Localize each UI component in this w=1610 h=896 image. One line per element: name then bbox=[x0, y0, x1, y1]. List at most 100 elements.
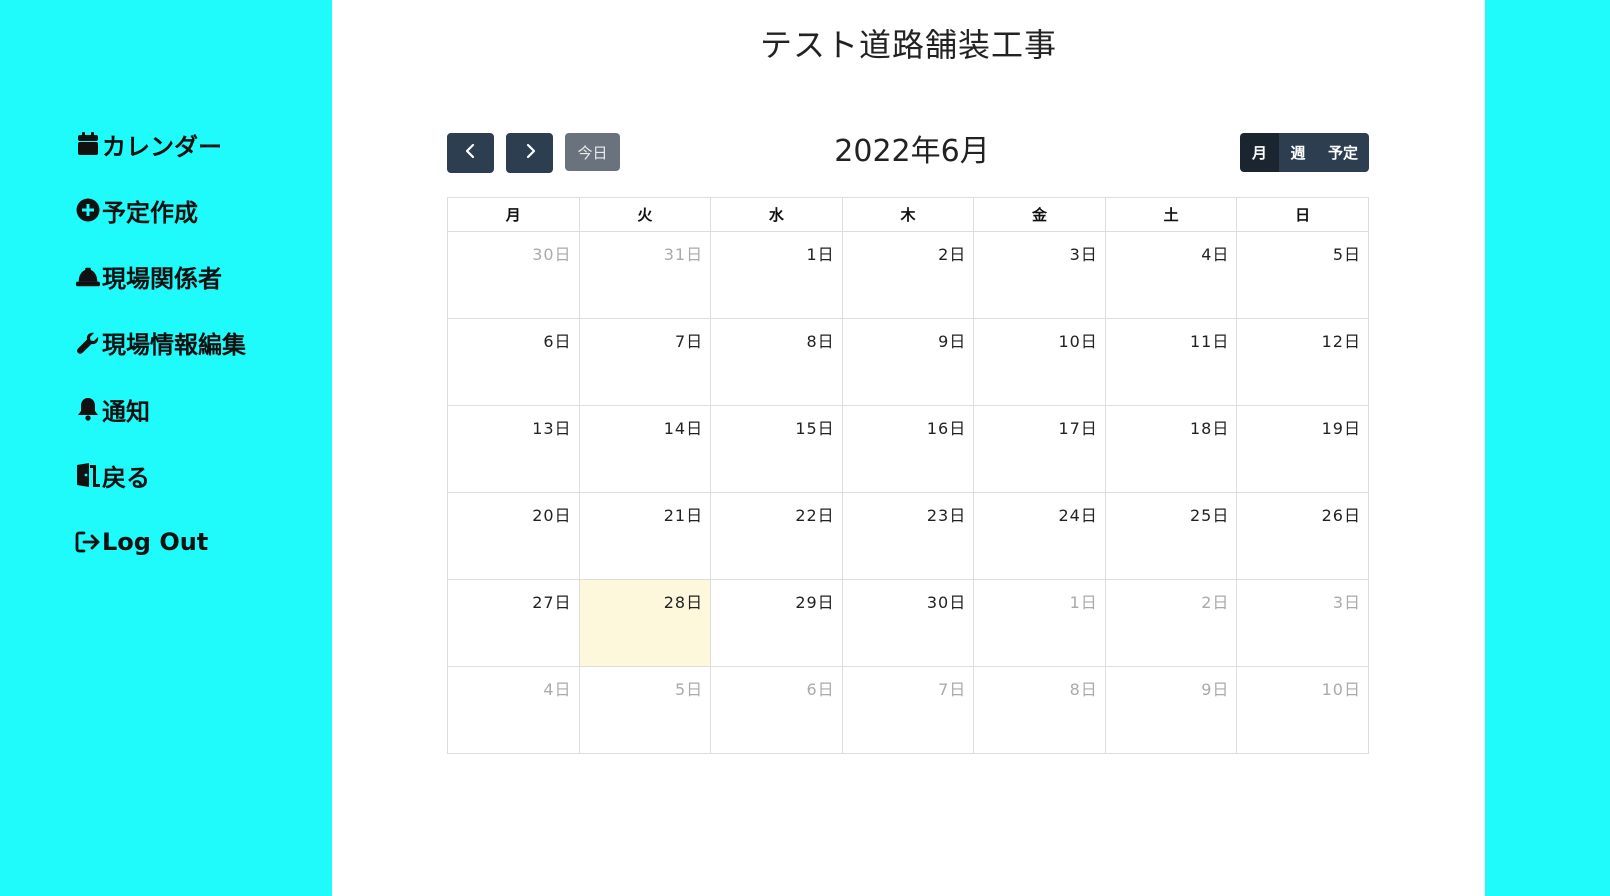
day-number[interactable]: 25日 bbox=[1190, 493, 1236, 526]
day-number[interactable]: 21日 bbox=[664, 493, 710, 526]
day-number[interactable]: 13日 bbox=[532, 406, 578, 439]
day-cell[interactable]: 23日 bbox=[841, 492, 975, 580]
day-number[interactable]: 31日 bbox=[664, 232, 710, 265]
day-number[interactable]: 6日 bbox=[807, 667, 842, 700]
day-number[interactable]: 11日 bbox=[1190, 319, 1236, 352]
day-number[interactable]: 7日 bbox=[675, 319, 710, 352]
day-cell[interactable]: 7日 bbox=[841, 666, 975, 754]
day-cell[interactable]: 5日 bbox=[578, 666, 712, 754]
day-number[interactable]: 10日 bbox=[1058, 319, 1104, 352]
day-cell[interactable]: 10日 bbox=[1236, 666, 1369, 754]
sidebar-item-calendar[interactable]: カレンダー bbox=[75, 124, 246, 164]
day-cell[interactable]: 24日 bbox=[973, 492, 1106, 580]
sidebar-item-logout[interactable]: Log Out bbox=[75, 522, 246, 562]
day-cell[interactable]: 6日 bbox=[447, 318, 580, 406]
day-cell[interactable]: 9日 bbox=[1104, 666, 1238, 754]
day-cell[interactable]: 17日 bbox=[973, 405, 1106, 493]
sidebar-item-site-members[interactable]: 現場関係者 bbox=[75, 257, 246, 297]
sidebar-item-create-schedule[interactable]: 予定作成 bbox=[75, 190, 246, 230]
next-button[interactable] bbox=[506, 133, 553, 173]
day-number[interactable]: 30日 bbox=[927, 580, 973, 613]
day-number[interactable]: 28日 bbox=[664, 580, 710, 613]
day-number[interactable]: 4日 bbox=[1201, 232, 1236, 265]
day-cell-today[interactable]: 28日 bbox=[578, 579, 712, 667]
day-cell[interactable]: 9日 bbox=[841, 318, 975, 406]
day-cell[interactable]: 16日 bbox=[841, 405, 975, 493]
day-number[interactable]: 29日 bbox=[795, 580, 841, 613]
day-cell[interactable]: 2日 bbox=[841, 231, 975, 319]
day-cell[interactable]: 4日 bbox=[447, 666, 580, 754]
day-number[interactable]: 1日 bbox=[807, 232, 842, 265]
day-cell[interactable]: 8日 bbox=[973, 666, 1106, 754]
day-cell[interactable]: 20日 bbox=[447, 492, 580, 580]
day-cell[interactable]: 15日 bbox=[710, 405, 843, 493]
day-number[interactable]: 5日 bbox=[1333, 232, 1368, 265]
sidebar-item-back[interactable]: 戻る bbox=[75, 455, 246, 495]
day-cell[interactable]: 31日 bbox=[578, 231, 712, 319]
day-number[interactable]: 20日 bbox=[532, 493, 578, 526]
day-number[interactable]: 19日 bbox=[1322, 406, 1368, 439]
hard-hat-icon bbox=[75, 264, 101, 290]
day-number[interactable]: 22日 bbox=[795, 493, 841, 526]
day-number[interactable]: 26日 bbox=[1322, 493, 1368, 526]
day-cell[interactable]: 13日 bbox=[447, 405, 580, 493]
day-cell[interactable]: 1日 bbox=[710, 231, 843, 319]
day-number[interactable]: 8日 bbox=[1070, 667, 1105, 700]
list-view-button[interactable]: 予定 bbox=[1317, 133, 1369, 172]
day-cell[interactable]: 29日 bbox=[710, 579, 843, 667]
calendar-icon bbox=[75, 131, 101, 157]
prev-button[interactable] bbox=[447, 133, 494, 173]
day-cell[interactable]: 25日 bbox=[1104, 492, 1238, 580]
day-number[interactable]: 9日 bbox=[938, 319, 973, 352]
day-cell[interactable]: 30日 bbox=[447, 231, 580, 319]
day-cell[interactable]: 2日 bbox=[1104, 579, 1238, 667]
day-number[interactable]: 2日 bbox=[938, 232, 973, 265]
calendar-toolbar: 今日 2022年6月 月 週 予定 bbox=[447, 133, 1369, 173]
day-cell[interactable]: 22日 bbox=[710, 492, 843, 580]
day-number[interactable]: 4日 bbox=[543, 667, 578, 700]
day-cell[interactable]: 12日 bbox=[1236, 318, 1369, 406]
day-number[interactable]: 23日 bbox=[927, 493, 973, 526]
day-number[interactable]: 16日 bbox=[927, 406, 973, 439]
sidebar-item-edit-site-info[interactable]: 現場情報編集 bbox=[75, 323, 246, 363]
day-cell[interactable]: 6日 bbox=[710, 666, 843, 754]
day-cell[interactable]: 7日 bbox=[578, 318, 712, 406]
day-number[interactable]: 8日 bbox=[807, 319, 842, 352]
day-cell[interactable]: 8日 bbox=[710, 318, 843, 406]
day-cell[interactable]: 26日 bbox=[1236, 492, 1369, 580]
day-number[interactable]: 1日 bbox=[1070, 580, 1105, 613]
day-number[interactable]: 6日 bbox=[543, 319, 578, 352]
day-number[interactable]: 17日 bbox=[1058, 406, 1104, 439]
day-cell[interactable]: 14日 bbox=[578, 405, 712, 493]
day-cell[interactable]: 21日 bbox=[578, 492, 712, 580]
day-number[interactable]: 9日 bbox=[1201, 667, 1236, 700]
day-cell[interactable]: 18日 bbox=[1104, 405, 1238, 493]
day-cell[interactable]: 3日 bbox=[1236, 579, 1369, 667]
day-number[interactable]: 2日 bbox=[1201, 580, 1236, 613]
day-number[interactable]: 24日 bbox=[1058, 493, 1104, 526]
month-view-button[interactable]: 月 bbox=[1240, 133, 1279, 172]
week-view-button[interactable]: 週 bbox=[1279, 133, 1317, 172]
day-number[interactable]: 18日 bbox=[1190, 406, 1236, 439]
sidebar-item-notifications[interactable]: 通知 bbox=[75, 389, 246, 429]
day-number[interactable]: 3日 bbox=[1070, 232, 1105, 265]
day-number[interactable]: 12日 bbox=[1322, 319, 1368, 352]
day-cell[interactable]: 1日 bbox=[973, 579, 1106, 667]
day-number[interactable]: 30日 bbox=[532, 232, 578, 265]
day-number[interactable]: 3日 bbox=[1333, 580, 1368, 613]
day-number[interactable]: 15日 bbox=[795, 406, 841, 439]
day-cell[interactable]: 4日 bbox=[1104, 231, 1238, 319]
day-cell[interactable]: 30日 bbox=[841, 579, 975, 667]
today-button[interactable]: 今日 bbox=[565, 133, 620, 171]
day-number[interactable]: 5日 bbox=[675, 667, 710, 700]
day-cell[interactable]: 19日 bbox=[1236, 405, 1369, 493]
day-number[interactable]: 27日 bbox=[532, 580, 578, 613]
day-number[interactable]: 7日 bbox=[938, 667, 973, 700]
day-cell[interactable]: 3日 bbox=[973, 231, 1106, 319]
day-cell[interactable]: 10日 bbox=[973, 318, 1106, 406]
day-number[interactable]: 10日 bbox=[1322, 667, 1368, 700]
day-number[interactable]: 14日 bbox=[664, 406, 710, 439]
day-cell[interactable]: 27日 bbox=[447, 579, 580, 667]
day-cell[interactable]: 11日 bbox=[1104, 318, 1238, 406]
day-cell[interactable]: 5日 bbox=[1236, 231, 1369, 319]
